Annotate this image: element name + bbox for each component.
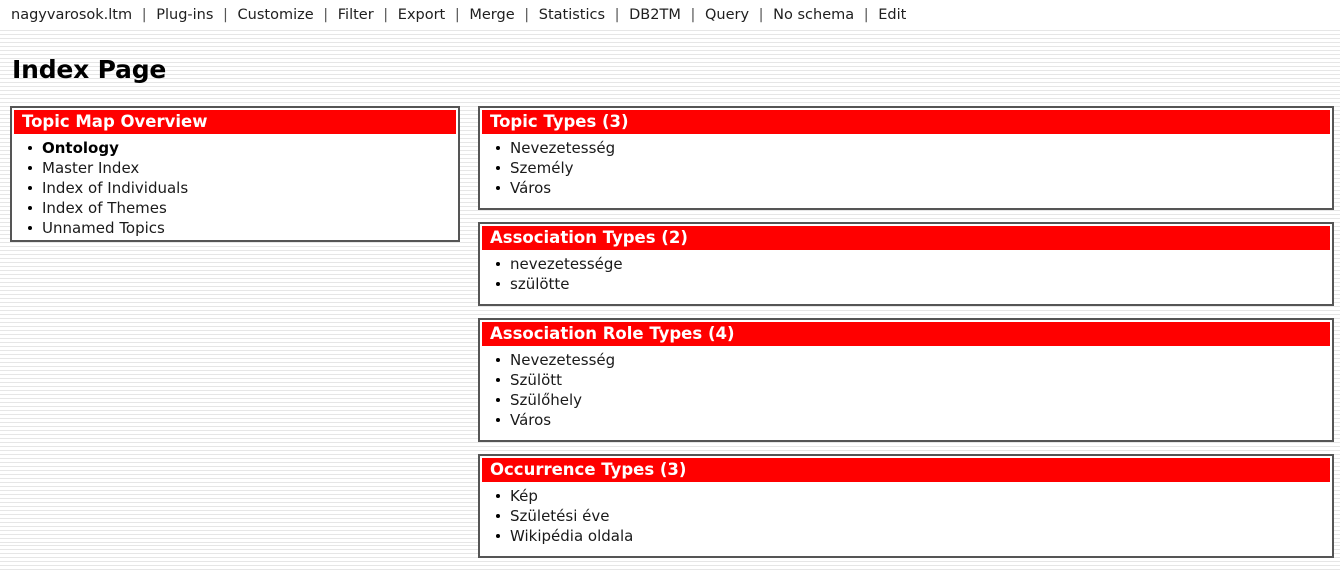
menu-separator: | [383, 7, 389, 23]
menu-separator: | [614, 7, 620, 23]
panel-body: Occurrence Types (3) Kép Születési éve W… [480, 456, 1332, 553]
link-ontology[interactable]: Ontology [42, 139, 119, 157]
menu-separator: | [323, 7, 329, 23]
list-item[interactable]: Személy [496, 158, 1330, 178]
list-item[interactable]: Kép [496, 486, 1330, 506]
link-role-type-szulohely[interactable]: Szülőhely [510, 391, 582, 409]
menu-separator: | [690, 7, 696, 23]
panel-header-topic-map-overview: Topic Map Overview [14, 110, 456, 134]
list-item[interactable]: Város [496, 410, 1330, 430]
menu-separator: | [141, 7, 147, 23]
list-item[interactable]: Ontology [28, 138, 456, 158]
link-role-type-varos[interactable]: Város [510, 411, 551, 429]
link-association-type-szulotte[interactable]: szülötte [510, 275, 570, 293]
topic-map-overview-list: Ontology Master Index Index of Individua… [14, 138, 456, 238]
link-topic-type-nevezetesseg[interactable]: Nevezetesség [510, 139, 615, 157]
panel-occurrence-types: Occurrence Types (3) Kép Születési éve W… [478, 454, 1334, 558]
link-occurrence-type-wikipedia-oldala[interactable]: Wikipédia oldala [510, 527, 633, 545]
link-association-type-nevezetessege[interactable]: nevezetessége [510, 255, 623, 273]
link-topic-type-varos[interactable]: Város [510, 179, 551, 197]
panel-body: Association Types (2) nevezetessége szül… [480, 224, 1332, 301]
topic-types-list: Nevezetesség Személy Város [482, 138, 1330, 198]
menu-item-db2tm[interactable]: DB2TM [629, 7, 681, 23]
menu-item-plugins[interactable]: Plug-ins [156, 7, 213, 23]
list-item[interactable]: Index of Themes [28, 198, 456, 218]
menu-item-customize[interactable]: Customize [238, 7, 314, 23]
list-item[interactable]: Master Index [28, 158, 456, 178]
panel-topic-types: Topic Types (3) Nevezetesség Személy Vár… [478, 106, 1334, 210]
top-menu-bar: nagyvarosok.ltm | Plug-ins | Customize |… [0, 0, 1340, 27]
panel-header-occurrence-types: Occurrence Types (3) [482, 458, 1330, 482]
link-master-index[interactable]: Master Index [42, 159, 139, 177]
list-item[interactable]: Születési éve [496, 506, 1330, 526]
list-item[interactable]: Nevezetesség [496, 138, 1330, 158]
list-item[interactable]: Szülőhely [496, 390, 1330, 410]
link-occurrence-type-kep[interactable]: Kép [510, 487, 538, 505]
right-column: Topic Types (3) Nevezetesség Személy Vár… [478, 106, 1334, 570]
menu-item-no-schema[interactable]: No schema [773, 7, 854, 23]
link-role-type-szulott[interactable]: Szülött [510, 371, 562, 389]
list-item[interactable]: szülötte [496, 274, 1330, 294]
menu-separator: | [863, 7, 869, 23]
panel-association-role-types: Association Role Types (4) Nevezetesség … [478, 318, 1334, 442]
association-role-types-list: Nevezetesség Szülött Szülőhely Város [482, 350, 1330, 430]
list-item[interactable]: Index of Individuals [28, 178, 456, 198]
menu-separator: | [524, 7, 530, 23]
panel-body: Association Role Types (4) Nevezetesség … [480, 320, 1332, 437]
panel-header-association-role-types: Association Role Types (4) [482, 322, 1330, 346]
menu-item-topicmap-file[interactable]: nagyvarosok.ltm [11, 7, 132, 23]
menu-item-export[interactable]: Export [398, 7, 445, 23]
menu-separator: | [454, 7, 460, 23]
menu-item-query[interactable]: Query [705, 7, 749, 23]
menu-separator: | [223, 7, 228, 23]
list-item[interactable]: Wikipédia oldala [496, 526, 1330, 546]
page-title: Index Page [12, 55, 167, 84]
panel-body: Topic Types (3) Nevezetesség Személy Vár… [480, 108, 1332, 205]
left-column: Topic Map Overview Ontology Master Index… [10, 106, 460, 254]
link-role-type-nevezetesseg[interactable]: Nevezetesség [510, 351, 615, 369]
menu-item-filter[interactable]: Filter [338, 7, 374, 23]
link-unnamed-topics[interactable]: Unnamed Topics [42, 219, 165, 237]
panel-header-topic-types: Topic Types (3) [482, 110, 1330, 134]
menu-item-edit[interactable]: Edit [878, 7, 906, 23]
menu-separator: | [758, 7, 764, 23]
list-item[interactable]: Szülött [496, 370, 1330, 390]
occurrence-types-list: Kép Születési éve Wikipédia oldala [482, 486, 1330, 546]
panel-header-association-types: Association Types (2) [482, 226, 1330, 250]
menu-item-merge[interactable]: Merge [469, 7, 514, 23]
list-item[interactable]: Város [496, 178, 1330, 198]
list-item[interactable]: Unnamed Topics [28, 218, 456, 238]
link-index-of-individuals[interactable]: Index of Individuals [42, 179, 188, 197]
panel-body: Topic Map Overview Ontology Master Index… [12, 108, 458, 245]
menu-item-statistics[interactable]: Statistics [539, 7, 605, 23]
association-types-list: nevezetessége szülötte [482, 254, 1330, 294]
link-occurrence-type-szuletesi-eve[interactable]: Születési éve [510, 507, 610, 525]
link-topic-type-szemely[interactable]: Személy [510, 159, 574, 177]
list-item[interactable]: nevezetessége [496, 254, 1330, 274]
link-index-of-themes[interactable]: Index of Themes [42, 199, 167, 217]
panel-topic-map-overview: Topic Map Overview Ontology Master Index… [10, 106, 460, 242]
list-item[interactable]: Nevezetesség [496, 350, 1330, 370]
panel-association-types: Association Types (2) nevezetessége szül… [478, 222, 1334, 306]
